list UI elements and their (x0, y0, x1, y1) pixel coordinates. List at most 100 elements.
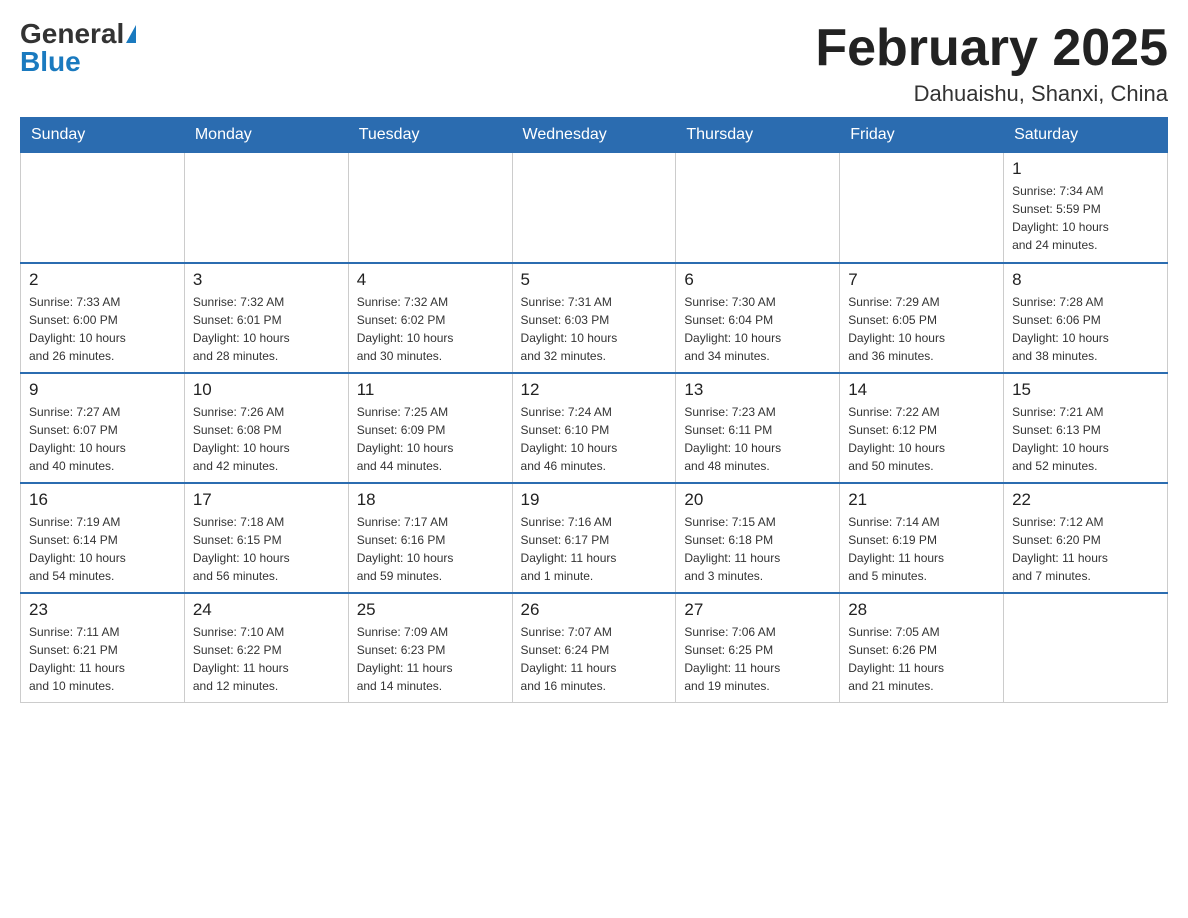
day-info: Sunrise: 7:27 AM Sunset: 6:07 PM Dayligh… (29, 403, 176, 475)
day-number: 21 (848, 490, 995, 510)
day-number: 26 (521, 600, 668, 620)
day-info: Sunrise: 7:26 AM Sunset: 6:08 PM Dayligh… (193, 403, 340, 475)
day-info: Sunrise: 7:19 AM Sunset: 6:14 PM Dayligh… (29, 513, 176, 585)
title-block: February 2025 Dahuaishu, Shanxi, China (815, 20, 1168, 107)
day-number: 11 (357, 380, 504, 400)
calendar-cell: 1 Sunrise: 7:34 AM Sunset: 5:59 PM Daylig… (1004, 153, 1168, 263)
day-info: Sunrise: 7:17 AM Sunset: 6:16 PM Dayligh… (357, 513, 504, 585)
day-number: 6 (684, 270, 831, 290)
day-number: 24 (193, 600, 340, 620)
calendar-cell: 10 Sunrise: 7:26 AM Sunset: 6:08 PM Dayli… (184, 373, 348, 483)
day-info: Sunrise: 7:25 AM Sunset: 6:09 PM Dayligh… (357, 403, 504, 475)
calendar-cell: 26 Sunrise: 7:07 AM Sunset: 6:24 PM Dayli… (512, 593, 676, 703)
logo: General Blue (20, 20, 136, 76)
day-info: Sunrise: 7:29 AM Sunset: 6:05 PM Dayligh… (848, 293, 995, 365)
day-info: Sunrise: 7:33 AM Sunset: 6:00 PM Dayligh… (29, 293, 176, 365)
day-info: Sunrise: 7:16 AM Sunset: 6:17 PM Dayligh… (521, 513, 668, 585)
day-info: Sunrise: 7:06 AM Sunset: 6:25 PM Dayligh… (684, 623, 831, 695)
calendar-cell: 12Sunrise: 7:24 AM Sunset: 6:10 PM Dayli… (512, 373, 676, 483)
weekday-header-saturday: Saturday (1004, 118, 1168, 153)
day-number: 7 (848, 270, 995, 290)
calendar-cell (676, 153, 840, 263)
calendar-week-row: 2 Sunrise: 7:33 AM Sunset: 6:00 PM Daylig… (21, 263, 1168, 373)
calendar-cell: 19 Sunrise: 7:16 AM Sunset: 6:17 PM Dayli… (512, 483, 676, 593)
weekday-header-friday: Friday (840, 118, 1004, 153)
day-info: Sunrise: 7:31 AM Sunset: 6:03 PM Dayligh… (521, 293, 668, 365)
day-number: 9 (29, 380, 176, 400)
day-info: Sunrise: 7:10 AM Sunset: 6:22 PM Dayligh… (193, 623, 340, 695)
calendar-cell (840, 153, 1004, 263)
calendar-cell: 15 Sunrise: 7:21 AM Sunset: 6:13 PM Dayli… (1004, 373, 1168, 483)
calendar-cell: 17Sunrise: 7:18 AM Sunset: 6:15 PM Dayli… (184, 483, 348, 593)
calendar-cell: 9 Sunrise: 7:27 AM Sunset: 6:07 PM Daylig… (21, 373, 185, 483)
weekday-header-monday: Monday (184, 118, 348, 153)
calendar-week-row: 23Sunrise: 7:11 AM Sunset: 6:21 PM Dayli… (21, 593, 1168, 703)
weekday-header-thursday: Thursday (676, 118, 840, 153)
weekday-header-tuesday: Tuesday (348, 118, 512, 153)
calendar-cell: 7 Sunrise: 7:29 AM Sunset: 6:05 PM Daylig… (840, 263, 1004, 373)
location-title: Dahuaishu, Shanxi, China (815, 81, 1168, 107)
day-number: 18 (357, 490, 504, 510)
calendar-cell: 5 Sunrise: 7:31 AM Sunset: 6:03 PM Daylig… (512, 263, 676, 373)
day-info: Sunrise: 7:22 AM Sunset: 6:12 PM Dayligh… (848, 403, 995, 475)
day-info: Sunrise: 7:32 AM Sunset: 6:02 PM Dayligh… (357, 293, 504, 365)
calendar-cell (184, 153, 348, 263)
calendar-cell: 6 Sunrise: 7:30 AM Sunset: 6:04 PM Daylig… (676, 263, 840, 373)
day-number: 22 (1012, 490, 1159, 510)
calendar-cell (1004, 593, 1168, 703)
day-number: 27 (684, 600, 831, 620)
day-info: Sunrise: 7:07 AM Sunset: 6:24 PM Dayligh… (521, 623, 668, 695)
day-info: Sunrise: 7:12 AM Sunset: 6:20 PM Dayligh… (1012, 513, 1159, 585)
calendar-cell: 24 Sunrise: 7:10 AM Sunset: 6:22 PM Dayli… (184, 593, 348, 703)
day-info: Sunrise: 7:18 AM Sunset: 6:15 PM Dayligh… (193, 513, 340, 585)
day-number: 20 (684, 490, 831, 510)
day-info: Sunrise: 7:23 AM Sunset: 6:11 PM Dayligh… (684, 403, 831, 475)
day-info: Sunrise: 7:30 AM Sunset: 6:04 PM Dayligh… (684, 293, 831, 365)
calendar-cell: 14Sunrise: 7:22 AM Sunset: 6:12 PM Dayli… (840, 373, 1004, 483)
day-number: 28 (848, 600, 995, 620)
day-info: Sunrise: 7:09 AM Sunset: 6:23 PM Dayligh… (357, 623, 504, 695)
day-number: 19 (521, 490, 668, 510)
calendar-cell: 13 Sunrise: 7:23 AM Sunset: 6:11 PM Dayli… (676, 373, 840, 483)
calendar-cell (21, 153, 185, 263)
logo-general-text: General (20, 20, 124, 48)
day-info: Sunrise: 7:21 AM Sunset: 6:13 PM Dayligh… (1012, 403, 1159, 475)
day-number: 12 (521, 380, 668, 400)
calendar-week-row: 9 Sunrise: 7:27 AM Sunset: 6:07 PM Daylig… (21, 373, 1168, 483)
month-title: February 2025 (815, 20, 1168, 77)
day-number: 3 (193, 270, 340, 290)
day-number: 15 (1012, 380, 1159, 400)
day-number: 25 (357, 600, 504, 620)
day-info: Sunrise: 7:15 AM Sunset: 6:18 PM Dayligh… (684, 513, 831, 585)
calendar-week-row: 16 Sunrise: 7:19 AM Sunset: 6:14 PM Dayli… (21, 483, 1168, 593)
day-number: 16 (29, 490, 176, 510)
calendar-cell: 20 Sunrise: 7:15 AM Sunset: 6:18 PM Dayli… (676, 483, 840, 593)
day-number: 8 (1012, 270, 1159, 290)
day-info: Sunrise: 7:11 AM Sunset: 6:21 PM Dayligh… (29, 623, 176, 695)
calendar-cell: 16 Sunrise: 7:19 AM Sunset: 6:14 PM Dayli… (21, 483, 185, 593)
day-number: 13 (684, 380, 831, 400)
weekday-header-row: SundayMondayTuesdayWednesdayThursdayFrid… (21, 118, 1168, 153)
calendar-cell (512, 153, 676, 263)
calendar-cell: 2 Sunrise: 7:33 AM Sunset: 6:00 PM Daylig… (21, 263, 185, 373)
calendar-week-row: 1 Sunrise: 7:34 AM Sunset: 5:59 PM Daylig… (21, 153, 1168, 263)
calendar-cell: 27 Sunrise: 7:06 AM Sunset: 6:25 PM Dayli… (676, 593, 840, 703)
calendar-cell: 23Sunrise: 7:11 AM Sunset: 6:21 PM Dayli… (21, 593, 185, 703)
page-header: General Blue February 2025 Dahuaishu, Sh… (20, 20, 1168, 107)
calendar-cell: 18 Sunrise: 7:17 AM Sunset: 6:16 PM Dayli… (348, 483, 512, 593)
calendar-table: SundayMondayTuesdayWednesdayThursdayFrid… (20, 117, 1168, 703)
calendar-cell: 22 Sunrise: 7:12 AM Sunset: 6:20 PM Dayli… (1004, 483, 1168, 593)
calendar-cell: 11 Sunrise: 7:25 AM Sunset: 6:09 PM Dayli… (348, 373, 512, 483)
calendar-cell (348, 153, 512, 263)
weekday-header-sunday: Sunday (21, 118, 185, 153)
day-number: 1 (1012, 159, 1159, 179)
day-number: 4 (357, 270, 504, 290)
weekday-header-wednesday: Wednesday (512, 118, 676, 153)
day-number: 5 (521, 270, 668, 290)
calendar-cell: 25 Sunrise: 7:09 AM Sunset: 6:23 PM Dayli… (348, 593, 512, 703)
day-number: 10 (193, 380, 340, 400)
day-info: Sunrise: 7:32 AM Sunset: 6:01 PM Dayligh… (193, 293, 340, 365)
day-info: Sunrise: 7:28 AM Sunset: 6:06 PM Dayligh… (1012, 293, 1159, 365)
day-info: Sunrise: 7:34 AM Sunset: 5:59 PM Dayligh… (1012, 182, 1159, 254)
day-number: 2 (29, 270, 176, 290)
